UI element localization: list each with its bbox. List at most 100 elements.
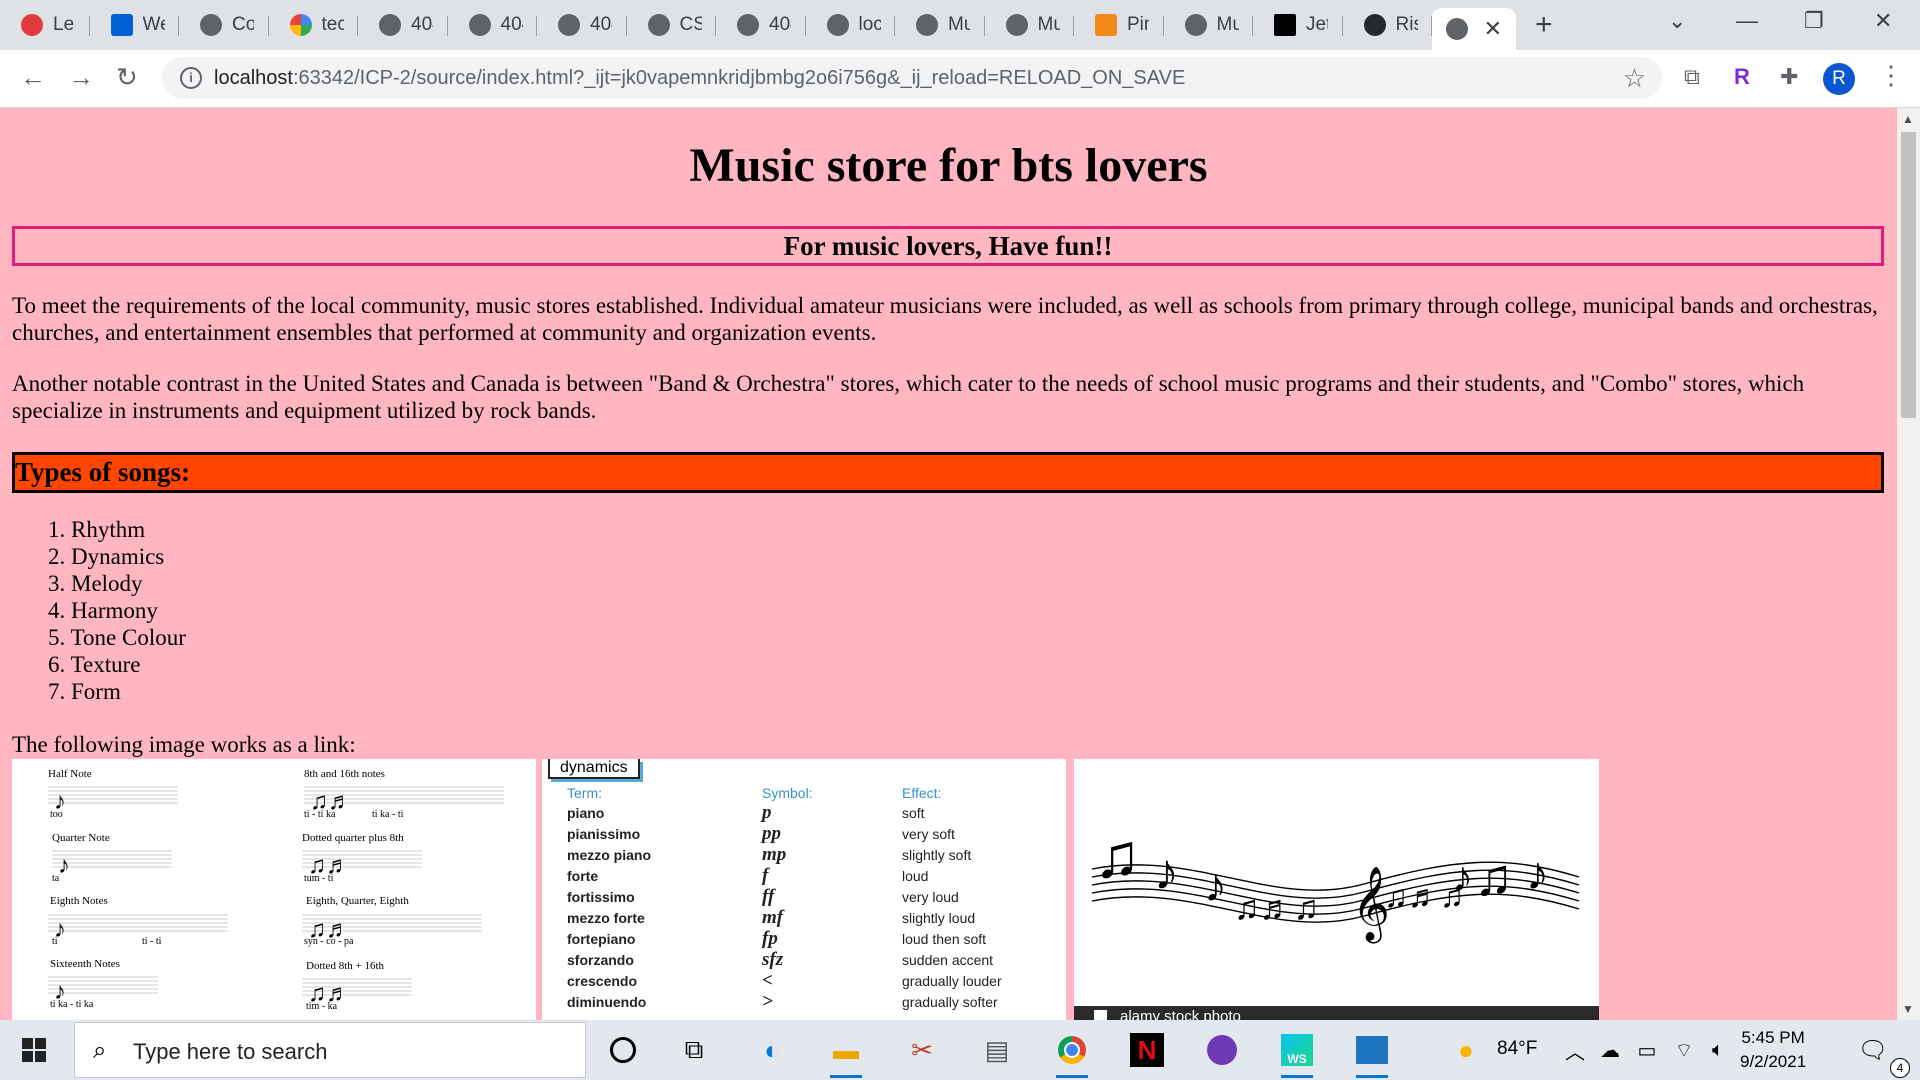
browser-tab[interactable]: 404	[358, 8, 448, 42]
dynamics-effect: loud then soft	[902, 931, 987, 947]
browser-tab[interactable]: loca	[806, 8, 895, 42]
globe-icon	[558, 14, 580, 36]
browser-tab[interactable]: Less	[0, 8, 90, 42]
browser-tab-active[interactable]: ✕	[1432, 8, 1516, 50]
note-syllable: syn - co - pa	[304, 936, 354, 947]
system-clock[interactable]: 5:45 PM 9/2/2021	[1740, 1026, 1806, 1074]
globe-icon	[1446, 18, 1468, 40]
file-explorer-icon[interactable]: ▬	[826, 1030, 866, 1078]
eighth-note-icon: ♪	[1526, 848, 1549, 899]
back-arrow-icon[interactable]: ←	[20, 62, 46, 93]
watermark-text: alamy stock photo	[1120, 1008, 1241, 1020]
restore-icon[interactable]: ❐	[1804, 8, 1824, 34]
note-syllable: ti ka - ti ka	[50, 999, 94, 1010]
action-center-icon[interactable]: 🗨︎	[1853, 1030, 1893, 1070]
weather-temperature[interactable]: 84°F	[1497, 1038, 1537, 1060]
dynamics-term: fortissimo	[567, 889, 635, 905]
browser-tab[interactable]: 404	[448, 8, 537, 42]
song-type-item: 1. Rhythm	[48, 517, 146, 542]
windows-start-icon[interactable]	[22, 1038, 46, 1062]
netflix-icon[interactable]: N	[1127, 1030, 1167, 1070]
page-scrollbar[interactable]: ▲ ▼	[1897, 108, 1920, 1020]
volume-muted-icon[interactable]: 🔈︎	[1698, 1030, 1738, 1070]
cortana-icon[interactable]	[603, 1030, 643, 1070]
dynamics-effect: sudden accent	[902, 952, 994, 968]
photos-icon[interactable]	[1352, 1030, 1392, 1078]
notification-count-badge: 4	[1890, 1058, 1910, 1078]
performance-monitor-icon[interactable]: ▤	[977, 1030, 1017, 1070]
note-syllable: ti - ti	[142, 936, 162, 947]
profile-avatar[interactable]: R	[1823, 63, 1855, 95]
r-extension-icon[interactable]: R	[1734, 64, 1750, 90]
browser-tab[interactable]: 404	[537, 8, 627, 42]
contrast-paragraph: Another notable contrast in the United S…	[12, 371, 1805, 423]
scroll-down-icon[interactable]: ▼	[1902, 1002, 1914, 1016]
beamed-notes-icon: ♫♬♫	[1234, 890, 1319, 927]
tab-title: 404	[590, 14, 612, 35]
browser-tab[interactable]: Risl	[1343, 8, 1432, 42]
term-header: Term:	[567, 785, 602, 801]
close-tab-icon[interactable]: ✕	[1484, 16, 1502, 42]
reload-icon[interactable]: ↻	[116, 62, 138, 93]
note-values-image: Half Note 8th and 16th notes Quarter Note D…	[48, 768, 504, 1012]
github-desktop-icon[interactable]	[1202, 1030, 1242, 1070]
music-stave-image-link[interactable]: ♫ ♪ ♪ ♫♬♫ 𝄞 ♫♬♫ ♪ ♫ ♪ alamy stock photo	[1074, 759, 1599, 1020]
globe-icon	[468, 14, 491, 36]
browser-tab[interactable]: Mu	[895, 8, 985, 42]
scroll-up-icon[interactable]: ▲	[1902, 112, 1914, 126]
site-info-icon[interactable]: i	[180, 67, 202, 89]
translate-extension-icon[interactable]: ⧉	[1684, 64, 1700, 90]
edge-icon[interactable]: ◐	[752, 1030, 792, 1070]
note-label: Eighth, Quarter, Eighth	[306, 895, 409, 907]
taskbar-search-box[interactable]: ⌕ Type here to search	[74, 1022, 586, 1078]
dynamics-symbol: f	[762, 865, 769, 886]
onedrive-cloud-icon[interactable]: ☁	[1590, 1030, 1630, 1070]
tab-title: Less	[53, 14, 75, 35]
browser-tab[interactable]: 404	[716, 8, 806, 42]
jetbrains-icon	[1274, 14, 1296, 36]
forward-arrow-icon[interactable]: →	[68, 62, 94, 93]
battery-icon[interactable]: ▭	[1627, 1030, 1667, 1070]
tab-title: tecl	[321, 14, 344, 35]
snipping-tool-icon[interactable]: ✂	[902, 1030, 942, 1070]
song-types-list: 1. Rhythm 2. Dynamics 3. Melody 4. Harmony 5…	[48, 516, 186, 705]
extensions-puzzle-icon[interactable]: ✚	[1780, 64, 1798, 90]
browser-tab[interactable]: Pinl	[1074, 8, 1164, 42]
tab-search-chevron-icon[interactable]: ⌄	[1668, 8, 1686, 34]
dynamics-term: fortepiano	[567, 931, 636, 947]
browser-tab[interactable]: Mu	[985, 8, 1074, 42]
webstorm-icon[interactable]: WS	[1277, 1030, 1317, 1078]
song-type-item: 7. Form	[48, 679, 121, 704]
note-values-image-link[interactable]: Half Note 8th and 16th notes Quarter Note D…	[12, 759, 536, 1020]
weather-sun-icon[interactable]: ●	[1446, 1030, 1486, 1070]
close-window-icon[interactable]: ✕	[1874, 8, 1892, 34]
scrollbar-thumb[interactable]	[1901, 132, 1916, 418]
minimize-icon[interactable]: —	[1736, 8, 1758, 34]
browser-tab[interactable]: tecl	[269, 8, 358, 42]
browser-tab[interactable]: JetE	[1253, 8, 1343, 42]
browser-tab[interactable]: Wel	[90, 8, 179, 42]
banner-heading: For music lovers, Have fun!!	[12, 226, 1884, 266]
gear-red-icon	[21, 14, 43, 36]
show-hidden-icons-icon[interactable]: ︿	[1555, 1030, 1595, 1070]
browser-tab[interactable]: Col	[179, 8, 269, 42]
browser-tab[interactable]: Mu	[1164, 8, 1253, 42]
dynamics-term: forte	[567, 868, 599, 884]
google-icon	[289, 14, 312, 36]
url-text[interactable]: localhost:63342/ICP-2/source/index.html?…	[214, 67, 1185, 90]
address-bar[interactable]: i localhost:63342/ICP-2/source/index.htm…	[162, 57, 1662, 99]
music-stave-image: ♫ ♪ ♪ ♫♬♫ 𝄞 ♫♬♫ ♪ ♫ ♪ alamy stock photo	[1074, 823, 1599, 1020]
beamed-notes-icon: ♫	[1094, 823, 1141, 891]
note-label: Quarter Note	[52, 832, 110, 844]
tab-title: 404	[411, 14, 433, 35]
bookmark-star-icon[interactable]: ☆	[1623, 63, 1646, 94]
clock-time: 5:45 PM	[1741, 1028, 1805, 1047]
dynamics-effect: very loud	[902, 889, 959, 905]
browser-tab[interactable]: CSS	[627, 8, 716, 42]
globe-icon	[1005, 14, 1028, 36]
task-view-icon[interactable]: ⧉	[674, 1030, 714, 1070]
chrome-icon[interactable]	[1052, 1030, 1092, 1078]
dynamics-image-link[interactable]: dynamics Term: Symbol: Effect: piano p sof…	[542, 759, 1066, 1020]
new-tab-plus-icon[interactable]: +	[1535, 8, 1553, 42]
browser-menu-icon[interactable]: ⋮	[1878, 60, 1904, 91]
